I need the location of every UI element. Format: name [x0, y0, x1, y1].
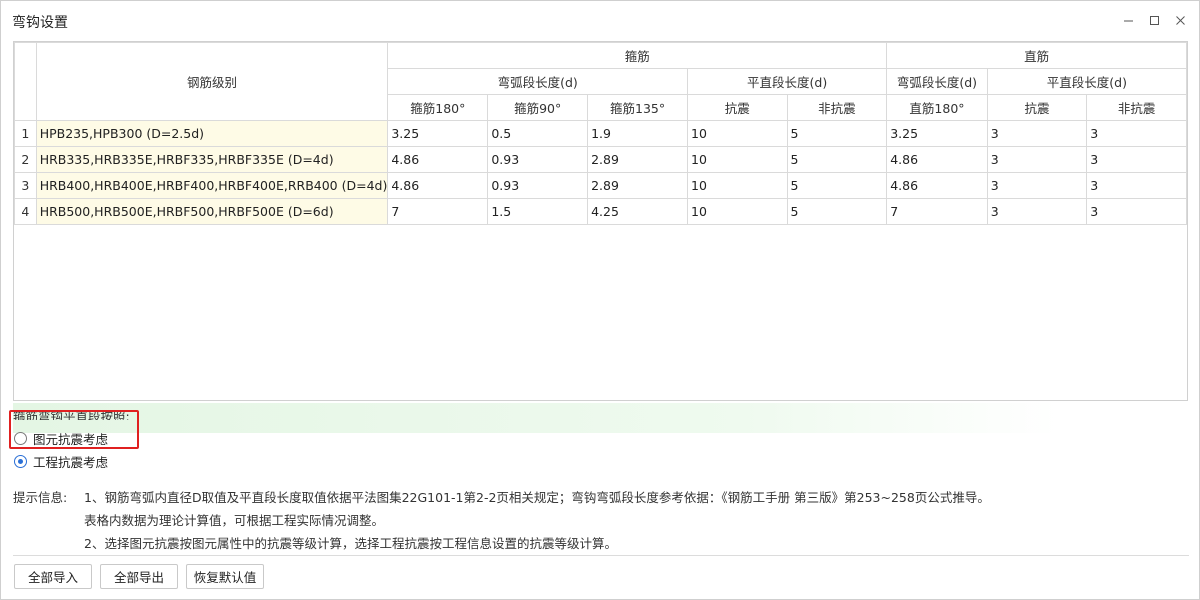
grade-header[interactable]: 钢筋级别 [35, 42, 389, 121]
value-cell[interactable]: 3 [1086, 120, 1187, 147]
table-row[interactable]: 3 HRB400,HRB400E,HRBF400,HRBF400E,RRB400… [14, 172, 1187, 199]
value-cell[interactable]: 2.89 [587, 172, 689, 199]
row-number: 4 [14, 198, 37, 225]
value-cell[interactable]: 3 [1086, 146, 1187, 173]
value-cell[interactable]: 5 [786, 172, 888, 199]
col-header-stirrup-90[interactable]: 箍筋90° [487, 94, 589, 121]
grade-cell[interactable]: HRB500,HRB500E,HRBF500,HRBF500E (D=6d) [35, 198, 389, 225]
option-band [13, 403, 1058, 433]
col-header-straight-nonseismic[interactable]: 非抗震 [1086, 94, 1187, 121]
value-cell[interactable]: 7 [387, 198, 489, 225]
stirrup-arc-length-header: 弯弧段长度(d) [387, 68, 689, 95]
value-cell[interactable]: 2.89 [587, 146, 689, 173]
stirrup-flat-length-header: 平直段长度(d) [687, 68, 888, 95]
radio-element-seismic[interactable]: 图元抗震考虑 [14, 429, 108, 447]
radio-element-seismic-label: 图元抗震考虑 [33, 431, 109, 447]
hint-line-2: 表格内数据为理论计算值，可根据工程实际情况调整。 [84, 513, 385, 528]
value-cell[interactable]: 10 [687, 146, 788, 173]
value-cell[interactable]: 3.25 [886, 120, 988, 147]
value-cell[interactable]: 0.93 [487, 172, 589, 199]
radio-project-seismic[interactable]: 工程抗震考虑 [14, 452, 108, 470]
value-cell[interactable]: 4.86 [387, 172, 489, 199]
value-cell[interactable]: 7 [886, 198, 988, 225]
value-cell[interactable]: 3 [986, 120, 1088, 147]
col-header-stirrup-180[interactable]: 箍筋180° [387, 94, 489, 121]
hint-line-1: 1、钢筋弯弧内直径D取值及平直段长度取值依据平法图集22G101-1第2-2页相… [84, 490, 990, 505]
data-grid: 钢筋级别 箍筋 直筋 弯弧段长度(d) 平直段长度(d) 弯弧段长度(d) 平直… [14, 42, 1187, 225]
stirrup-header: 箍筋 [387, 42, 888, 69]
close-icon[interactable] [1169, 9, 1191, 31]
value-cell[interactable]: 3 [1086, 172, 1187, 199]
value-cell[interactable]: 5 [786, 146, 888, 173]
minimize-icon[interactable] [1117, 9, 1139, 31]
col-header-stirrup-135[interactable]: 箍筋135° [587, 94, 689, 121]
table-row[interactable]: 4 HRB500,HRB500E,HRBF500,HRBF500E (D=6d)… [14, 198, 1187, 225]
export-all-button[interactable]: 全部导出 [100, 564, 178, 589]
value-cell[interactable]: 4.86 [387, 146, 489, 173]
import-all-button[interactable]: 全部导入 [14, 564, 92, 589]
value-cell[interactable]: 4.86 [886, 146, 988, 173]
restore-default-button[interactable]: 恢复默认值 [186, 564, 264, 589]
hint-label: 提示信息: [13, 490, 68, 505]
value-cell[interactable]: 3 [1086, 198, 1187, 225]
value-cell[interactable]: 1.9 [587, 120, 689, 147]
straight-flat-length-header: 平直段长度(d) [986, 68, 1187, 95]
row-number: 1 [14, 120, 37, 147]
value-cell[interactable]: 4.25 [587, 198, 689, 225]
col-header-stirrup-nonseismic[interactable]: 非抗震 [786, 94, 888, 121]
radio-checked-icon[interactable] [14, 454, 27, 468]
grade-cell[interactable]: HRB400,HRB400E,HRBF400,HRBF400E,RRB400 (… [35, 172, 389, 199]
window-title: 弯钩设置 [12, 15, 68, 31]
value-cell[interactable]: 3 [986, 198, 1088, 225]
value-cell[interactable]: 10 [687, 172, 788, 199]
straight-header: 直筋 [886, 42, 1187, 69]
hint-line-3: 2、选择图元抗震按图元属性中的抗震等级计算，选择工程抗震按工程信息设置的抗震等级… [84, 536, 617, 551]
value-cell[interactable]: 10 [687, 198, 788, 225]
value-cell[interactable]: 5 [786, 120, 888, 147]
col-header-stirrup-seismic[interactable]: 抗震 [687, 94, 788, 121]
row-number: 2 [14, 146, 37, 173]
row-number-header [14, 42, 37, 121]
col-header-straight-seismic[interactable]: 抗震 [986, 94, 1088, 121]
col-header-straight-180[interactable]: 直筋180° [886, 94, 988, 121]
maximize-icon[interactable] [1143, 9, 1165, 31]
value-cell[interactable]: 0.5 [487, 120, 589, 147]
value-cell[interactable]: 3.25 [387, 120, 489, 147]
title-bar: 弯钩设置 [1, 1, 1199, 39]
value-cell[interactable]: 5 [786, 198, 888, 225]
row-number: 3 [14, 172, 37, 199]
value-cell[interactable]: 3 [986, 146, 1088, 173]
value-cell[interactable]: 10 [687, 120, 788, 147]
grade-cell[interactable]: HPB235,HPB300 (D=2.5d) [35, 120, 389, 147]
hook-settings-window: 弯钩设置 钢筋级别 箍筋 直筋 弯弧段长度(d) 平直段长度(d) 弯弧段长度(… [0, 0, 1200, 600]
radio-unchecked-icon[interactable] [14, 431, 27, 445]
value-cell[interactable]: 3 [986, 172, 1088, 199]
table-row[interactable]: 1 HPB235,HPB300 (D=2.5d) 3.25 0.5 1.9 10… [14, 120, 1187, 147]
footer-divider [13, 555, 1189, 556]
value-cell[interactable]: 4.86 [886, 172, 988, 199]
straight-arc-length-header: 弯弧段长度(d) [886, 68, 988, 95]
radio-project-seismic-label: 工程抗震考虑 [33, 454, 109, 470]
hook-settings-table: 钢筋级别 箍筋 直筋 弯弧段长度(d) 平直段长度(d) 弯弧段长度(d) 平直… [13, 41, 1188, 401]
value-cell[interactable]: 0.93 [487, 146, 589, 173]
table-row[interactable]: 2 HRB335,HRB335E,HRBF335,HRBF335E (D=4d)… [14, 146, 1187, 173]
value-cell[interactable]: 1.5 [487, 198, 589, 225]
grade-cell[interactable]: HRB335,HRB335E,HRBF335,HRBF335E (D=4d) [35, 146, 389, 173]
